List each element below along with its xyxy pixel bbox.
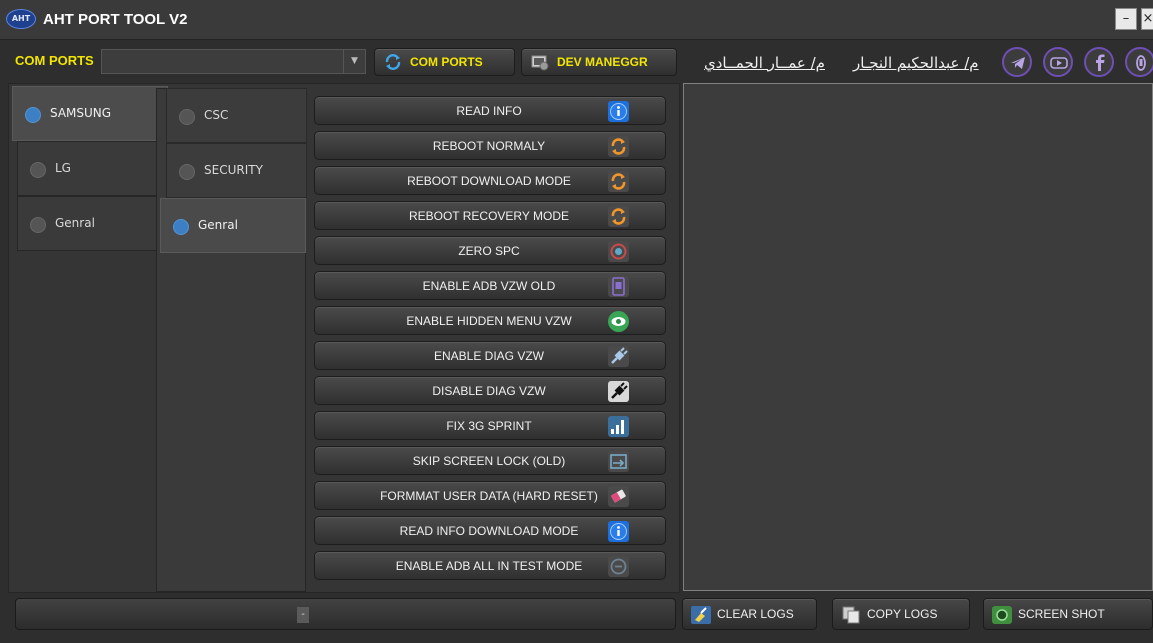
adb-test-icon	[608, 556, 629, 577]
tab-radio-indicator	[30, 217, 46, 233]
tab-radio-indicator	[179, 109, 195, 125]
copy-logs-label: COPY LOGS	[867, 607, 938, 621]
enable-diag-button[interactable]: ENABLE DIAG VZW	[314, 341, 666, 370]
reboot-normal-button[interactable]: REBOOT NORMALY	[314, 131, 666, 160]
refresh-icon	[608, 171, 629, 192]
minimize-button[interactable]: –	[1115, 8, 1137, 30]
tab-radio-indicator	[179, 164, 195, 180]
read-info-download-button[interactable]: READ INFO DOWNLOAD MODE	[314, 516, 666, 545]
screenshot-label: SCREEN SHOT	[1018, 607, 1105, 621]
progress-value: -	[297, 607, 309, 623]
youtube-icon[interactable]	[1043, 47, 1073, 77]
com-ports-button-label: COM PORTS	[410, 55, 483, 69]
com-ports-button[interactable]: COM PORTS	[374, 48, 515, 76]
eraser-icon	[608, 486, 629, 507]
messenger-icon[interactable]	[1125, 47, 1153, 77]
copy-icon	[842, 606, 860, 624]
tab-radio-indicator	[173, 219, 189, 235]
author-link-2[interactable]: م/ عبدالحكيم النجـار	[853, 54, 979, 72]
copy-logs-button[interactable]: COPY LOGS	[832, 598, 970, 630]
app-logo: AHT	[6, 9, 36, 29]
author-link-1[interactable]: م/ عمــار الحمــادي	[704, 54, 825, 72]
unplug-icon	[608, 381, 629, 402]
format-user-data-button[interactable]: FORMMAT USER DATA (HARD RESET)	[314, 481, 666, 510]
clear-logs-button[interactable]: CLEAR LOGS	[682, 598, 817, 630]
device-manager-icon	[531, 55, 549, 71]
title-bar: AHT AHT PORT TOOL V2 – ×	[0, 0, 1153, 40]
tab-radio-indicator	[25, 107, 41, 123]
tab-general-sub[interactable]: Genral	[160, 198, 306, 253]
tab-label: SECURITY	[204, 163, 263, 177]
tab-radio-indicator	[30, 162, 46, 178]
progress-bar: -	[15, 598, 676, 630]
tab-label: Genral	[198, 218, 238, 232]
broom-icon	[691, 606, 711, 624]
adb-icon	[608, 276, 629, 297]
enable-hidden-menu-button[interactable]: ENABLE HIDDEN MENU VZW	[314, 306, 666, 335]
tab-label: SAMSUNG	[50, 106, 112, 120]
chevron-down-icon[interactable]: ▼	[343, 50, 365, 73]
tab-label: Genral	[55, 216, 95, 230]
dev-manager-button[interactable]: DEV MANEGGR	[521, 48, 677, 76]
read-info-button[interactable]: READ INFO	[314, 96, 666, 125]
signal-icon	[608, 416, 629, 437]
tab-label: LG	[55, 161, 71, 175]
disable-diag-button[interactable]: DISABLE DIAG VZW	[314, 376, 666, 405]
skip-screen-lock-button[interactable]: SKIP SCREEN LOCK (OLD)	[314, 446, 666, 475]
camera-icon	[992, 606, 1012, 624]
screenshot-button[interactable]: SCREEN SHOT	[983, 598, 1153, 630]
info-icon	[608, 521, 629, 542]
com-port-select[interactable]: ▼	[101, 49, 366, 74]
info-icon	[608, 101, 629, 122]
fix-3g-sprint-button[interactable]: FIX 3G SPRINT	[314, 411, 666, 440]
enable-adb-vzw-old-button[interactable]: ENABLE ADB VZW OLD	[314, 271, 666, 300]
close-button[interactable]: ×	[1141, 8, 1153, 30]
enable-adb-test-mode-button[interactable]: ENABLE ADB ALL IN TEST MODE	[314, 551, 666, 580]
tab-label: CSC	[204, 108, 229, 122]
zero-spc-button[interactable]: ZERO SPC	[314, 236, 666, 265]
tab-security[interactable]: SECURITY	[166, 143, 307, 198]
tab-lg[interactable]: LG	[17, 141, 158, 196]
refresh-icon	[385, 54, 401, 70]
reboot-recovery-button[interactable]: REBOOT RECOVERY MODE	[314, 201, 666, 230]
reboot-download-button[interactable]: REBOOT DOWNLOAD MODE	[314, 166, 666, 195]
lock-skip-icon	[608, 451, 629, 472]
tab-general[interactable]: Genral	[17, 196, 158, 251]
telegram-icon[interactable]	[1002, 47, 1032, 77]
dev-manager-button-label: DEV MANEGGR	[557, 55, 648, 69]
tab-csc[interactable]: CSC	[166, 88, 307, 143]
com-ports-label: COM PORTS	[15, 53, 94, 68]
clear-logs-label: CLEAR LOGS	[717, 607, 794, 621]
refresh-icon	[608, 136, 629, 157]
refresh-icon	[608, 206, 629, 227]
facebook-icon[interactable]	[1084, 47, 1114, 77]
tab-samsung[interactable]: SAMSUNG	[12, 86, 168, 141]
app-title: AHT PORT TOOL V2	[43, 11, 188, 28]
eye-icon	[608, 311, 629, 332]
plug-icon	[608, 346, 629, 367]
reset-icon	[608, 241, 629, 262]
log-output[interactable]	[683, 83, 1153, 591]
